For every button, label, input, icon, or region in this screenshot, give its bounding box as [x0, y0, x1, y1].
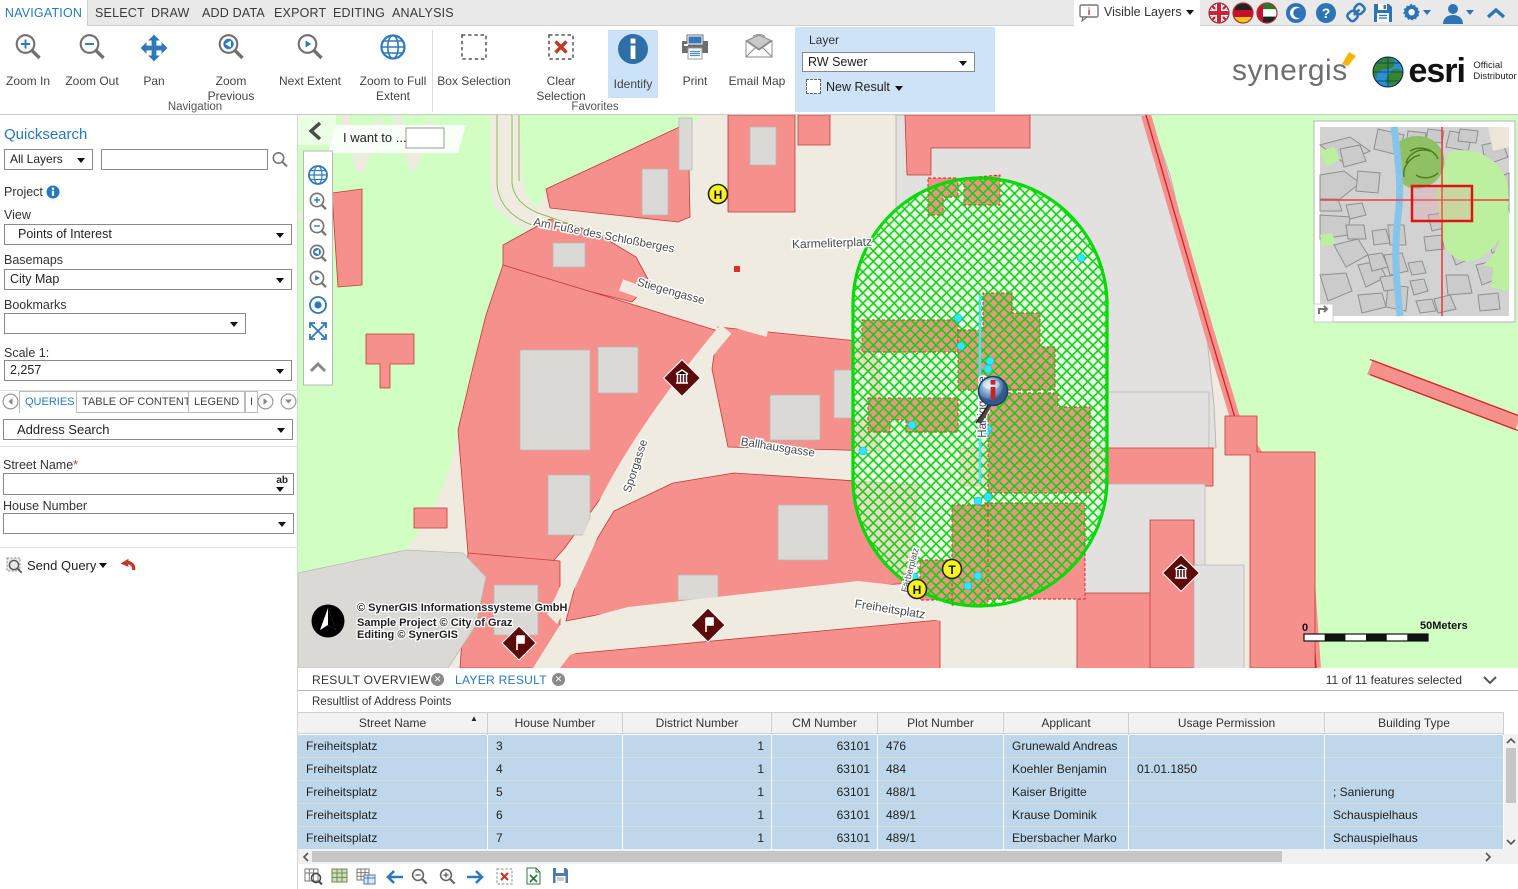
svg-text:i: i [1088, 7, 1091, 18]
svg-text:Editing © SynerGIS: Editing © SynerGIS [357, 629, 458, 641]
svg-text:I want to ...: I want to ... [343, 130, 407, 145]
svg-text:Sample Project © City of Graz: Sample Project © City of Graz [357, 617, 513, 629]
svg-text:?: ? [1322, 5, 1331, 21]
svg-text:H: H [714, 188, 723, 202]
svg-text:Karmeliterplatz: Karmeliterplatz [792, 235, 872, 252]
svg-text:H: H [913, 583, 922, 597]
svg-text:T: T [948, 563, 956, 577]
svg-text:0: 0 [1302, 622, 1308, 634]
svg-text:50Meters: 50Meters [1420, 620, 1468, 632]
svg-text:© SynerGIS Informationssysteme: © SynerGIS Informationssysteme GmbH [357, 602, 567, 614]
